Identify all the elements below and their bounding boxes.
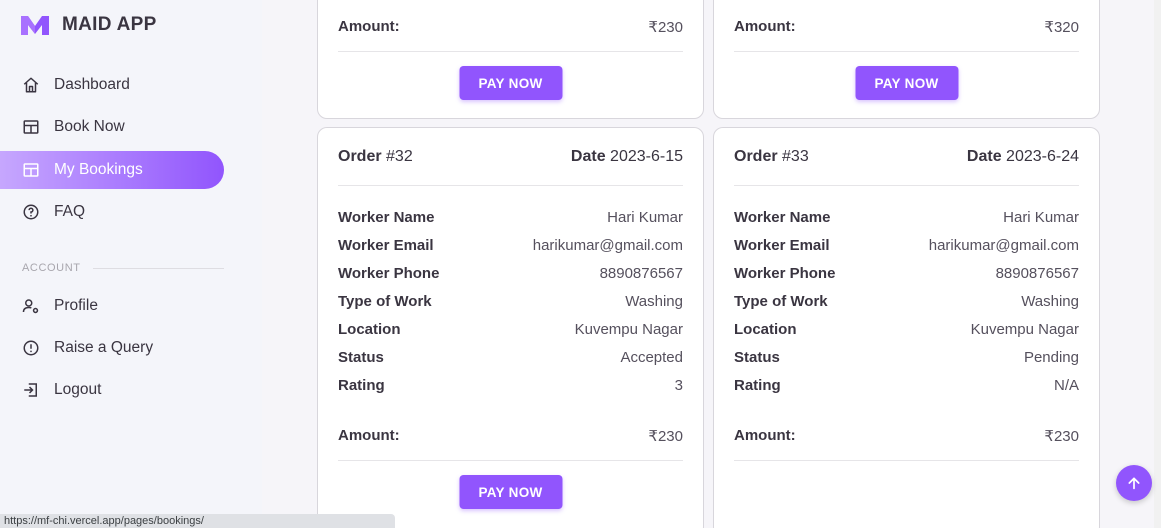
amount-row: Amount: ₹230 [338, 18, 683, 36]
order-date: Date 2023-6-15 [570, 148, 683, 165]
divider [734, 460, 1079, 461]
booking-card: Amount: ₹320 PAY NOW [713, 0, 1100, 119]
pay-now-button[interactable]: PAY NOW [855, 66, 958, 100]
order-header: Order #33 Date 2023-6-24 [734, 148, 1079, 166]
divider [734, 51, 1079, 52]
location-row: Location Kuvempu Nagar [338, 321, 683, 338]
sidebar-item-book-now[interactable]: Book Now [0, 108, 224, 146]
type-of-work-row: Type of Work Washing [338, 293, 683, 310]
booking-card: Amount: ₹230 PAY NOW [317, 0, 704, 119]
sidebar-item-label: Dashboard [54, 76, 130, 93]
worker-phone-row: Worker Phone 8890876567 [734, 265, 1079, 282]
page-scrollbar[interactable] [1154, 0, 1161, 528]
status-row: Status Pending [734, 349, 1079, 366]
brand[interactable]: MAID APP [20, 14, 157, 36]
amount-row: Amount: ₹230 [734, 427, 1079, 445]
worker-email-row: Worker Email harikumar@gmail.com [734, 237, 1079, 254]
type-of-work-row: Type of Work Washing [734, 293, 1079, 310]
arrow-up-icon [1128, 477, 1140, 490]
pay-now-button[interactable]: PAY NOW [459, 475, 562, 509]
scroll-to-top-button[interactable] [1116, 465, 1152, 501]
divider [734, 185, 1079, 186]
sidebar-item-label: Logout [54, 381, 102, 398]
sidebar-item-label: FAQ [54, 203, 86, 220]
status-row: Status Accepted [338, 349, 683, 366]
app-name: MAID APP [62, 14, 157, 35]
divider [338, 185, 683, 186]
worker-name-row: Worker Name Hari Kumar [734, 209, 1079, 226]
booking-card: Order #32 Date 2023-6-15 Worker Name Hari… [317, 127, 704, 528]
maid-app-logo-icon [21, 16, 49, 35]
divider [338, 51, 683, 52]
worker-name-row: Worker Name Hari Kumar [338, 209, 683, 226]
table-icon [23, 163, 39, 177]
sidebar-item-logout[interactable]: Logout [0, 371, 224, 409]
logout-icon [24, 383, 37, 397]
account-cog-icon [22, 299, 39, 314]
sidebar-item-my-bookings[interactable]: My Bookings [0, 151, 224, 189]
rating-row: Rating N/A [734, 377, 1079, 394]
order-date: Date 2023-6-24 [966, 148, 1079, 165]
sidebar-item-raise-query[interactable]: Raise a Query [0, 329, 224, 367]
sidebar-item-label: Profile [54, 297, 98, 314]
sidebar-item-label: My Bookings [54, 161, 143, 178]
rating-row: Rating 3 [338, 377, 683, 394]
sidebar-item-profile[interactable]: Profile [0, 287, 224, 325]
amount-label: Amount: [734, 18, 796, 35]
sidebar-item-dashboard[interactable]: Dashboard [0, 66, 224, 104]
alert-circle-icon [23, 340, 39, 356]
amount-value: ₹230 [648, 19, 683, 36]
worker-email-row: Worker Email harikumar@gmail.com [338, 237, 683, 254]
order-number: Order #33 [734, 148, 809, 165]
worker-phone-row: Worker Phone 8890876567 [338, 265, 683, 282]
amount-row: Amount: ₹320 [734, 18, 1079, 36]
divider [338, 460, 683, 461]
sidebar-item-label: Book Now [54, 118, 125, 135]
help-circle-icon [23, 204, 39, 220]
table-icon [23, 120, 39, 134]
order-header: Order #32 Date 2023-6-15 [338, 148, 683, 166]
status-bar-url: https://mf-chi.vercel.app/pages/bookings… [0, 514, 395, 528]
amount-value: ₹320 [1044, 19, 1079, 36]
booking-card: Order #33 Date 2023-6-24 Worker Name Hari… [713, 127, 1100, 528]
amount-row: Amount: ₹230 [338, 427, 683, 445]
sidebar-item-label: Raise a Query [54, 339, 154, 356]
amount-label: Amount: [338, 18, 400, 35]
sidebar: MAID APP Dashboard Book Now My Bookings … [0, 0, 262, 528]
main-content: Amount: ₹230 PAY NOW Amount: ₹320 PAY NO… [262, 0, 1161, 528]
section-label-account: ACCOUNT [22, 262, 224, 274]
home-icon [23, 77, 39, 93]
sidebar-item-faq[interactable]: FAQ [0, 193, 224, 231]
location-row: Location Kuvempu Nagar [734, 321, 1079, 338]
pay-now-button[interactable]: PAY NOW [459, 66, 562, 100]
order-number: Order #32 [338, 148, 413, 165]
